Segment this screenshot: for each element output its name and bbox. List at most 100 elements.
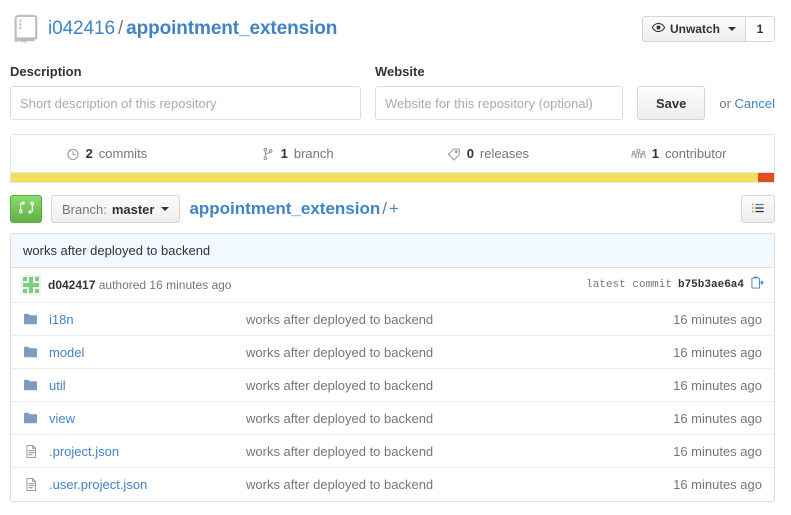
watch-button-group: Unwatch 1 — [641, 16, 775, 42]
unwatch-label: Unwatch — [669, 22, 720, 36]
cancel-link[interactable]: Cancel — [735, 96, 775, 111]
file-commit-message[interactable]: works after deployed to backend — [246, 477, 624, 492]
stat-releases-count: 0 — [466, 146, 474, 161]
file-commit-age: 16 minutes ago — [673, 410, 762, 426]
table-row: model works after deployed to backend 16 m… — [11, 336, 774, 369]
commit-sha-link[interactable]: b75b3ae6a4 — [678, 279, 744, 291]
file-name-cell: model — [41, 345, 246, 360]
git-compare-icon — [18, 200, 34, 218]
latest-commit-info: latest commit b75b3ae6a4 — [586, 276, 764, 294]
branch-prefix-label: Branch: — [62, 201, 107, 217]
file-rows-container: i18n works after deployed to backend 16 mi… — [11, 303, 774, 501]
file-name-cell: .user.project.json — [41, 477, 246, 492]
watch-count[interactable]: 1 — [745, 16, 775, 42]
eye-icon — [651, 21, 666, 37]
repo-name-link[interactable]: appointment_extension — [126, 18, 337, 39]
file-name-cell: view — [41, 411, 246, 426]
language-bar — [10, 173, 775, 183]
list-unordered-icon — [751, 201, 765, 218]
stat-commits-count: 2 — [85, 146, 93, 161]
compare-branches-button[interactable] — [10, 195, 42, 223]
folder-link-util[interactable]: util — [49, 378, 66, 393]
edit-form-row: Description Website Save or Cancel — [10, 64, 775, 120]
description-input[interactable] — [10, 86, 361, 120]
file-commit-age: 16 minutes ago — [673, 377, 762, 393]
clippy-copy-icon[interactable] — [750, 276, 764, 294]
history-clock-icon — [66, 147, 80, 161]
chevron-down-icon — [161, 207, 170, 211]
folder-link-model[interactable]: model — [49, 345, 84, 360]
stat-contributors-count: 1 — [651, 146, 660, 161]
stat-releases[interactable]: 0 releases — [393, 135, 584, 172]
website-input[interactable] — [374, 86, 623, 120]
file-commit-message[interactable]: works after deployed to backend — [246, 312, 624, 327]
avatar[interactable] — [21, 275, 41, 295]
stat-commits[interactable]: 2 commits — [11, 135, 202, 172]
stat-branches[interactable]: 1 branch — [202, 135, 393, 172]
stat-releases-label: releases — [479, 146, 530, 161]
file-commit-message[interactable]: works after deployed to backend — [246, 444, 624, 459]
file-directory-icon — [11, 344, 41, 360]
branch-selector-button[interactable]: Branch: master — [51, 195, 181, 223]
file-text-icon — [11, 477, 41, 492]
repo-title-separator: / — [117, 18, 124, 39]
save-button[interactable]: Save — [636, 86, 706, 120]
file-name-cell: util — [41, 378, 246, 393]
file-link-.project.json[interactable]: .project.json — [49, 444, 119, 459]
stat-branches-label: branch — [293, 146, 334, 161]
file-commit-message[interactable]: works after deployed to backend — [246, 411, 624, 426]
file-commit-age: 16 minutes ago — [673, 311, 762, 327]
file-commit-age: 16 minutes ago — [673, 477, 762, 492]
git-branch-icon — [261, 147, 275, 161]
file-commit-message[interactable]: works after deployed to backend — [246, 345, 624, 360]
commit-author-link[interactable]: d042417 — [48, 278, 95, 292]
folder-link-i18n[interactable]: i18n — [49, 312, 74, 327]
repo-owner-link[interactable]: i042416 — [48, 18, 115, 39]
latest-commit-label: latest commit — [586, 279, 672, 291]
latest-commit-message-banner: works after deployed to backend — [11, 234, 774, 268]
file-name-cell: .project.json — [41, 444, 246, 459]
language-segment-html — [757, 173, 774, 182]
table-row: util works after deployed to backend 16 mi… — [11, 369, 774, 402]
file-text-icon — [11, 444, 41, 459]
repo-stats-wrapper: 2 commits 1 branch 0 releases 1 contribu… — [0, 134, 791, 183]
breadcrumb-repo-link[interactable]: appointment_extension — [189, 199, 380, 218]
file-link-.user.project.json[interactable]: .user.project.json — [49, 477, 147, 492]
description-field-group: Description — [10, 64, 361, 120]
repo-stats-bar: 2 commits 1 branch 0 releases 1 contribu… — [10, 134, 775, 173]
file-commit-message[interactable]: works after deployed to backend — [246, 378, 624, 393]
breadcrumb: appointment_extension / + — [189, 199, 398, 219]
file-commit-age: 16 minutes ago — [673, 344, 762, 360]
repo-header: i042416/appointment_extension Unwatch 1 — [0, 0, 791, 56]
or-text: or — [719, 96, 731, 111]
table-row: i18n works after deployed to backend 16 mi… — [11, 303, 774, 336]
branch-name-label: master — [111, 201, 155, 217]
stat-commits-label: commits — [98, 146, 148, 161]
stat-contributors[interactable]: 1 contributor — [583, 135, 774, 172]
website-label: Website — [374, 64, 425, 79]
file-list-box: works after deployed to backend d042417 … — [10, 233, 775, 502]
people-icon — [631, 147, 646, 161]
file-directory-icon — [11, 311, 41, 327]
file-directory-icon — [11, 377, 41, 393]
page-title: i042416/appointment_extension — [48, 18, 337, 40]
table-row: .user.project.json works after deployed t… — [11, 468, 774, 501]
repo-book-icon — [10, 14, 40, 44]
breadcrumb-separator: / — [382, 199, 387, 218]
unwatch-button[interactable]: Unwatch — [641, 16, 745, 42]
website-field-group: Website — [374, 64, 623, 120]
chevron-down-icon — [728, 27, 736, 31]
file-commit-age: 16 minutes ago — [673, 443, 762, 459]
latest-commit-meta-row: d042417 authored 16 minutes ago latest c… — [11, 268, 774, 303]
language-segment-javascript — [11, 173, 758, 182]
file-directory-icon — [11, 410, 41, 426]
description-label: Description — [10, 64, 82, 79]
repo-edit-form: Description Website Save or Cancel — [0, 56, 791, 134]
table-row: .project.json works after deployed to bac… — [11, 435, 774, 468]
branch-toolbar: Branch: master appointment_extension / + — [0, 183, 791, 233]
stat-contributors-label: contributor — [665, 146, 727, 161]
commit-history-button[interactable] — [741, 195, 775, 223]
folder-link-view[interactable]: view — [49, 411, 75, 426]
add-file-button[interactable]: + — [389, 199, 399, 218]
cancel-area: or Cancel — [719, 96, 775, 120]
